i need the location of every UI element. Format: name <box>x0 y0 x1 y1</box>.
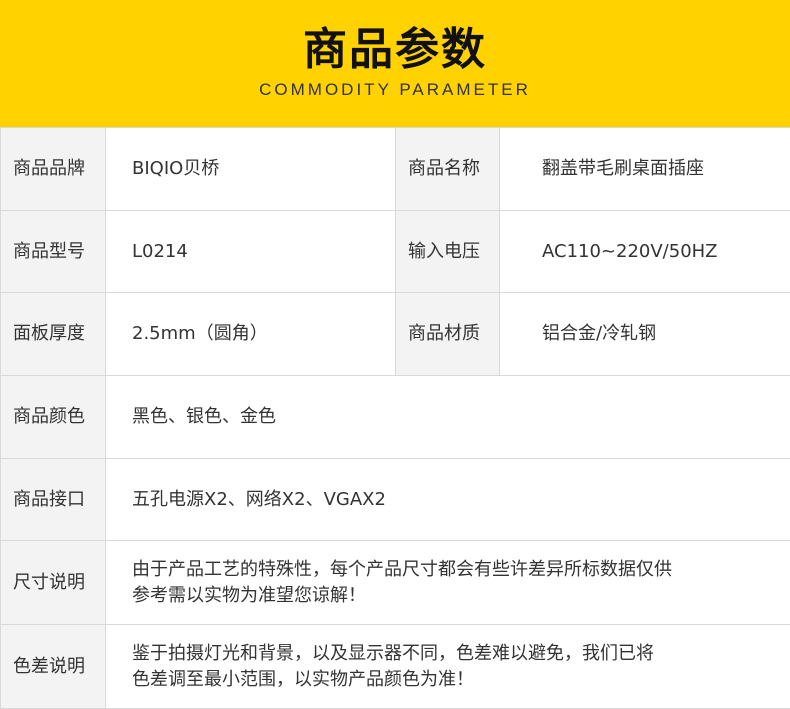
table-row: 尺寸说明 由于产品工艺的特殊性，每个产品尺寸都会有些许差异所标数据仅供 参考需以… <box>1 541 790 625</box>
table-row: 商品品牌 BIQIO贝桥 商品名称 翻盖带毛刷桌面插座 <box>1 128 790 211</box>
material-value: 铝合金/冷轧钢 <box>500 293 790 376</box>
model-value: L0214 <box>106 211 396 293</box>
size-note-line-2: 参考需以实物为准望您谅解！ <box>132 583 790 609</box>
size-note-label: 尺寸说明 <box>1 541 106 625</box>
table-row: 商品接口 五孔电源X2、网络X2、VGAX2 <box>1 459 790 541</box>
table-row: 色差说明 鉴于拍摄灯光和背景，以及显示器不同，色差难以避免，我们已将 色差调至最… <box>1 625 790 709</box>
color-label: 商品颜色 <box>1 376 106 459</box>
table-row: 面板厚度 2.5mm（圆角） 商品材质 铝合金/冷轧钢 <box>1 293 790 376</box>
voltage-label: 输入电压 <box>396 211 500 293</box>
voltage-value: AC110~220V/50HZ <box>500 211 790 293</box>
product-name-label: 商品名称 <box>396 128 500 211</box>
header-banner: 商品参数 COMMODITY PARAMETER <box>0 0 790 127</box>
color-diff-label: 色差说明 <box>1 625 106 709</box>
page-subtitle: COMMODITY PARAMETER <box>0 80 790 100</box>
brand-value: BIQIO贝桥 <box>106 128 396 211</box>
color-value: 黑色、银色、金色 <box>106 376 790 459</box>
material-label: 商品材质 <box>396 293 500 376</box>
interface-label: 商品接口 <box>1 459 106 541</box>
size-note-value: 由于产品工艺的特殊性，每个产品尺寸都会有些许差异所标数据仅供 参考需以实物为准望… <box>106 541 790 625</box>
spec-table: 商品品牌 BIQIO贝桥 商品名称 翻盖带毛刷桌面插座 商品型号 L0214 输… <box>0 127 790 709</box>
color-diff-line-2: 色差调至最小范围，以实物产品颜色为准！ <box>132 667 790 693</box>
thickness-label: 面板厚度 <box>1 293 106 376</box>
color-diff-line-1: 鉴于拍摄灯光和背景，以及显示器不同，色差难以避免，我们已将 <box>132 641 790 667</box>
product-name-value: 翻盖带毛刷桌面插座 <box>500 128 790 211</box>
table-row: 商品型号 L0214 输入电压 AC110~220V/50HZ <box>1 211 790 293</box>
table-row: 商品颜色 黑色、银色、金色 <box>1 376 790 459</box>
thickness-value: 2.5mm（圆角） <box>106 293 396 376</box>
color-diff-value: 鉴于拍摄灯光和背景，以及显示器不同，色差难以避免，我们已将 色差调至最小范围，以… <box>106 625 790 709</box>
size-note-line-1: 由于产品工艺的特殊性，每个产品尺寸都会有些许差异所标数据仅供 <box>132 557 790 583</box>
page-title: 商品参数 <box>0 22 790 78</box>
model-label: 商品型号 <box>1 211 106 293</box>
interface-value: 五孔电源X2、网络X2、VGAX2 <box>106 459 790 541</box>
brand-label: 商品品牌 <box>1 128 106 211</box>
